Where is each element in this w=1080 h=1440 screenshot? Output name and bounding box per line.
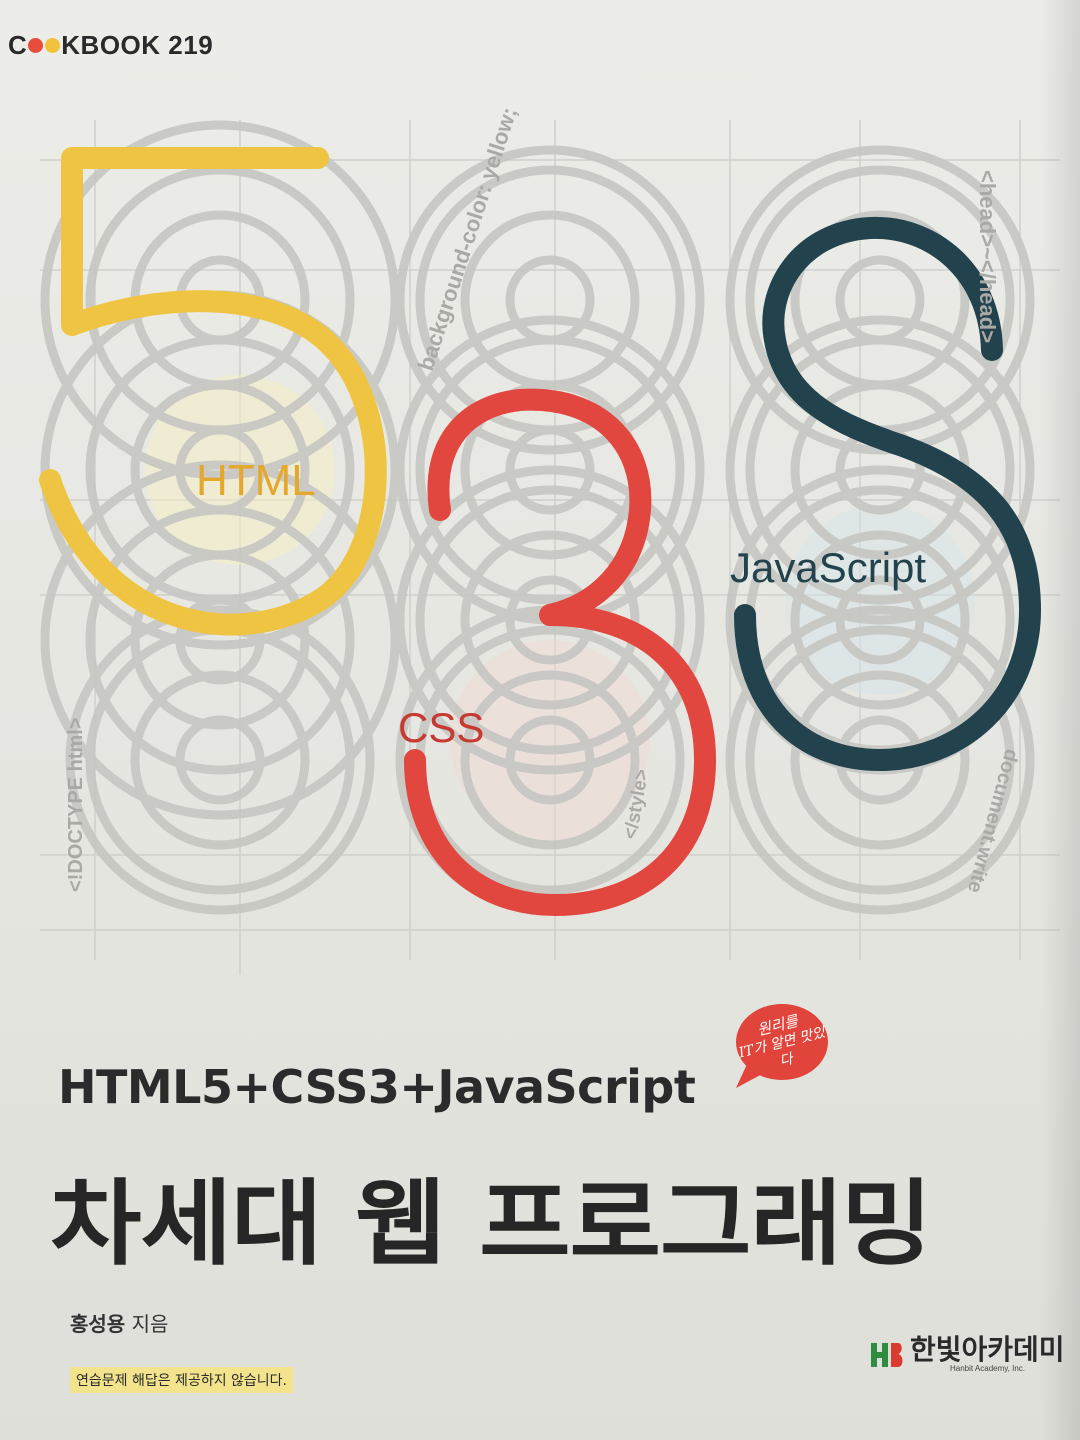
author-name: 홍성용 — [70, 1312, 126, 1336]
speech-badge: 원리를 IT가 알면 맛있다 — [728, 1000, 832, 1092]
series-dot-red — [28, 38, 44, 53]
code-head: <head>~</head> — [975, 170, 1000, 343]
series-logo: C KBOOK 219 — [8, 30, 213, 61]
css-label: CSS — [398, 704, 484, 751]
author-role: 지음 — [131, 1312, 169, 1336]
code-doctype: <!DOCTYPE html> — [65, 718, 87, 892]
book-cover: HTML CSS JavaScript background-color: ye… — [0, 0, 1080, 1440]
series-prefix: C — [8, 30, 28, 60]
author-line: 홍성용 지음 — [70, 1308, 168, 1337]
series-dot-yellow — [45, 38, 61, 53]
javascript-label: JavaScript — [730, 544, 926, 591]
publisher-logo: 한빛아카데미 Hanbit Academy, Inc. — [870, 1336, 1065, 1373]
series-suffix: KBOOK 219 — [61, 30, 214, 60]
book-title: 차세대 웹 프로그래밍 — [50, 1170, 933, 1278]
book-subtitle: HTML5+CSS3+JavaScript — [58, 1060, 696, 1114]
exercise-notice: 연습문제 해답은 제공하지 않습니다. — [70, 1367, 293, 1393]
publisher-hb-icon — [871, 1342, 903, 1367]
html-label: HTML — [196, 456, 316, 505]
page-edge-shadow — [1040, 0, 1080, 1440]
